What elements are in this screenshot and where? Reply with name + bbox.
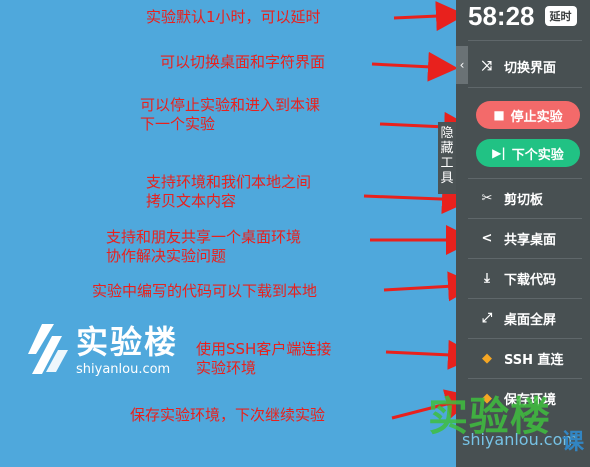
fullscreen-label: 桌面全屏 bbox=[504, 312, 557, 328]
clipboard-label: 剪切板 bbox=[504, 192, 544, 208]
shuffle-icon: ⤨ bbox=[481, 58, 493, 74]
fullscreen-button[interactable]: ⤢ 桌面全屏 bbox=[478, 306, 556, 330]
collapse-chevron-icon[interactable]: ‹ bbox=[456, 46, 468, 84]
arrow-timer bbox=[393, 1, 466, 32]
countdown-timer: 58:28 bbox=[468, 0, 535, 31]
divider bbox=[468, 178, 582, 179]
ssh-connect-label: SSH 直连 bbox=[504, 352, 564, 368]
share-icon: < bbox=[481, 230, 493, 246]
arrow-clipboard bbox=[363, 184, 472, 215]
stop-lab-button[interactable]: ■ 停止实验 bbox=[476, 101, 580, 129]
divider bbox=[468, 40, 582, 41]
diamond-icon: ◆ bbox=[482, 350, 492, 366]
download-code-button[interactable]: ⤓ 下载代码 bbox=[478, 266, 556, 290]
share-desktop-button[interactable]: < 共享桌面 bbox=[478, 226, 556, 250]
skip-next-icon: ▶| bbox=[492, 146, 506, 160]
hide-tools-tab[interactable]: 隐藏工具 bbox=[438, 122, 456, 194]
extend-time-button[interactable]: 延时 bbox=[544, 6, 577, 26]
share-desktop-label: 共享桌面 bbox=[504, 232, 557, 248]
arrow-switch bbox=[371, 51, 458, 82]
stop-square-icon: ■ bbox=[493, 108, 505, 122]
fullscreen-icon: ⤢ bbox=[481, 310, 493, 326]
switch-interface-label: 切换界面 bbox=[504, 60, 557, 76]
download-code-label: 下载代码 bbox=[504, 272, 557, 288]
next-lab-button[interactable]: ▶| 下个实验 bbox=[476, 139, 580, 167]
ssh-connect-button[interactable]: ◆ SSH 直连 bbox=[478, 346, 564, 370]
switch-interface-button[interactable]: ⤨ 切换界面 bbox=[478, 54, 556, 78]
divider bbox=[468, 87, 582, 88]
divider bbox=[468, 298, 582, 299]
stop-lab-label: 停止实验 bbox=[510, 109, 563, 125]
divider bbox=[468, 378, 582, 379]
watermark-url: shiyanlou.com bbox=[462, 430, 578, 449]
download-icon: ⤓ bbox=[484, 270, 490, 286]
scissors-icon: ✂ bbox=[481, 190, 493, 206]
watermark-suffix: 课 bbox=[562, 430, 585, 455]
divider bbox=[468, 338, 582, 339]
divider bbox=[468, 218, 582, 219]
watermark: 实验楼 shiyanlou.com 课 bbox=[410, 380, 590, 467]
clipboard-button[interactable]: ✂ 剪切板 bbox=[478, 186, 543, 210]
divider bbox=[468, 258, 582, 259]
next-lab-label: 下个实验 bbox=[511, 147, 564, 163]
